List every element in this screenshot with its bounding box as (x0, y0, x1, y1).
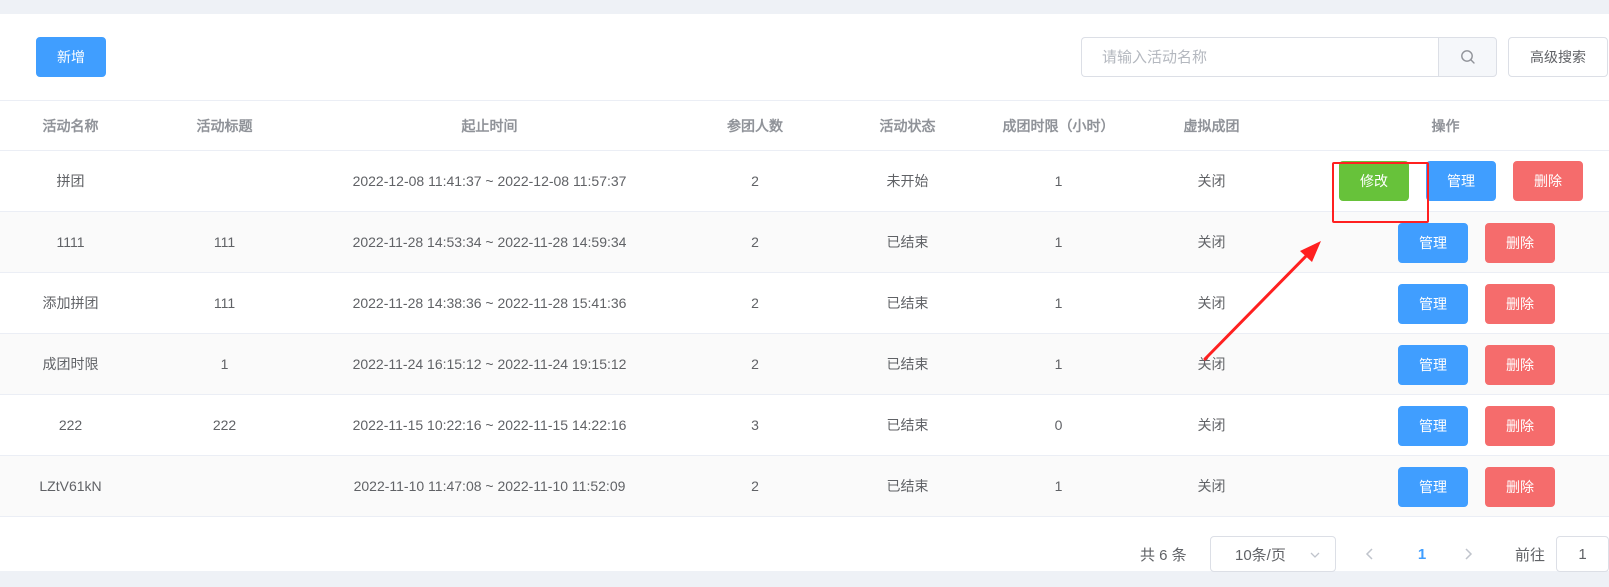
cell-time-limit: 1 (1054, 478, 1063, 494)
table-row: 222 222 2022-11-15 10:22:16 ~ 2022-11-15… (0, 395, 1609, 456)
table-row: 添加拼团 111 2022-11-28 14:38:36 ~ 2022-11-2… (0, 273, 1609, 334)
add-button[interactable]: 新增 (36, 37, 106, 77)
cell-activity-title: 111 (213, 234, 236, 250)
header-activity-title: 活动标题 (196, 117, 253, 134)
cell-member-count: 2 (751, 234, 759, 250)
cell-time-limit: 1 (1054, 173, 1063, 189)
cell-activity-title (141, 151, 308, 211)
goto-page-input[interactable] (1556, 536, 1609, 572)
content-panel: 新增 高级搜索 活动名称 活动标题 起止时间 参团人数 活动状态 成团时限（小时… (0, 14, 1609, 574)
chevron-left-icon[interactable] (1362, 546, 1378, 562)
manage-button[interactable]: 管理 (1398, 345, 1468, 385)
pagination-total: 共 6 条 (1140, 546, 1187, 564)
chevron-down-icon (1310, 552, 1320, 558)
header-status: 活动状态 (879, 117, 936, 134)
table-header: 活动名称 活动标题 起止时间 参团人数 活动状态 成团时限（小时） 虚拟成团 操… (0, 100, 1609, 151)
cell-activity-title: 111 (213, 295, 236, 311)
cell-time-range: 2022-12-08 11:41:37 ~ 2022-12-08 11:57:3… (352, 173, 627, 189)
manage-button[interactable]: 管理 (1398, 284, 1468, 324)
cell-activity-name: 拼团 (56, 173, 85, 189)
header-member-count: 参团人数 (727, 117, 783, 134)
cell-actions: 管理 删除 (1282, 395, 1609, 455)
cell-activity-name: 1111 (56, 234, 85, 250)
table-row: 成团时限 1 2022-11-24 16:15:12 ~ 2022-11-24 … (0, 334, 1609, 395)
table-row: LZtV61kN 2022-11-10 11:47:08 ~ 2022-11-1… (0, 456, 1609, 517)
cell-time-range: 2022-11-28 14:38:36 ~ 2022-11-28 15:41:3… (352, 295, 627, 311)
cell-member-count: 3 (751, 417, 759, 433)
page-number-current[interactable]: 1 (1410, 534, 1434, 574)
manage-button[interactable]: 管理 (1398, 223, 1468, 263)
manage-button[interactable]: 管理 (1398, 406, 1468, 446)
cell-member-count: 2 (751, 295, 759, 311)
delete-button[interactable]: 删除 (1485, 284, 1555, 324)
header-time-limit: 成团时限（小时） (1002, 117, 1115, 134)
delete-button[interactable]: 删除 (1485, 467, 1555, 507)
delete-button[interactable]: 删除 (1485, 345, 1555, 385)
cell-status: 已结束 (886, 417, 929, 433)
cell-activity-title (141, 456, 308, 516)
header-actions: 操作 (1431, 117, 1460, 134)
cell-time-limit: 1 (1054, 356, 1063, 372)
goto-label: 前往 (1515, 546, 1546, 564)
delete-button[interactable]: 删除 (1513, 161, 1583, 201)
search-icon (1460, 50, 1475, 64)
cell-actions: 管理 删除 (1282, 456, 1609, 516)
manage-button[interactable]: 管理 (1398, 467, 1468, 507)
cell-activity-title: 222 (212, 417, 237, 433)
cell-time-limit: 0 (1054, 417, 1063, 433)
annotation-highlight-box (1332, 162, 1429, 223)
cell-status: 已结束 (886, 295, 929, 311)
manage-button[interactable]: 管理 (1426, 161, 1496, 201)
page-size-value: 10条/页 (1235, 546, 1286, 564)
cell-status: 未开始 (886, 173, 929, 189)
header-activity-name: 活动名称 (42, 117, 99, 134)
cell-virtual-group: 关闭 (1197, 417, 1226, 433)
cell-time-limit: 1 (1054, 295, 1063, 311)
cell-activity-name: 添加拼团 (42, 295, 99, 311)
cell-activity-name: LZtV61kN (39, 478, 102, 494)
search-button[interactable] (1438, 37, 1497, 77)
cell-member-count: 2 (751, 478, 759, 494)
cell-time-range: 2022-11-24 16:15:12 ~ 2022-11-24 19:15:1… (352, 356, 627, 372)
cell-time-range: 2022-11-15 10:22:16 ~ 2022-11-15 14:22:1… (352, 417, 627, 433)
cell-member-count: 2 (751, 173, 759, 189)
cell-virtual-group: 关闭 (1197, 478, 1226, 494)
arrow-annotation (1203, 241, 1321, 361)
cell-virtual-group: 关闭 (1197, 173, 1226, 189)
delete-button[interactable]: 删除 (1485, 223, 1555, 263)
cell-activity-title: 1 (220, 356, 229, 372)
delete-button[interactable]: 删除 (1485, 406, 1555, 446)
cell-activity-name: 222 (58, 417, 83, 433)
cell-time-range: 2022-11-28 14:53:34 ~ 2022-11-28 14:59:3… (352, 234, 627, 250)
cell-status: 已结束 (886, 478, 929, 494)
cell-member-count: 2 (751, 356, 759, 372)
cell-status: 已结束 (886, 234, 929, 250)
cell-status: 已结束 (886, 356, 929, 372)
cell-time-range: 2022-11-10 11:47:08 ~ 2022-11-10 11:52:0… (353, 478, 626, 494)
pagination: 共 6 条 10条/页 1 前往 (0, 534, 1609, 574)
chevron-right-icon[interactable] (1460, 546, 1476, 562)
search-input[interactable] (1081, 37, 1438, 77)
header-time-range: 起止时间 (461, 117, 518, 134)
advanced-search-button[interactable]: 高级搜索 (1508, 37, 1608, 77)
header-virtual-group: 虚拟成团 (1183, 117, 1240, 134)
cell-activity-name: 成团时限 (42, 356, 99, 372)
cell-time-limit: 1 (1054, 234, 1063, 250)
page-size-select[interactable]: 10条/页 (1210, 536, 1336, 572)
